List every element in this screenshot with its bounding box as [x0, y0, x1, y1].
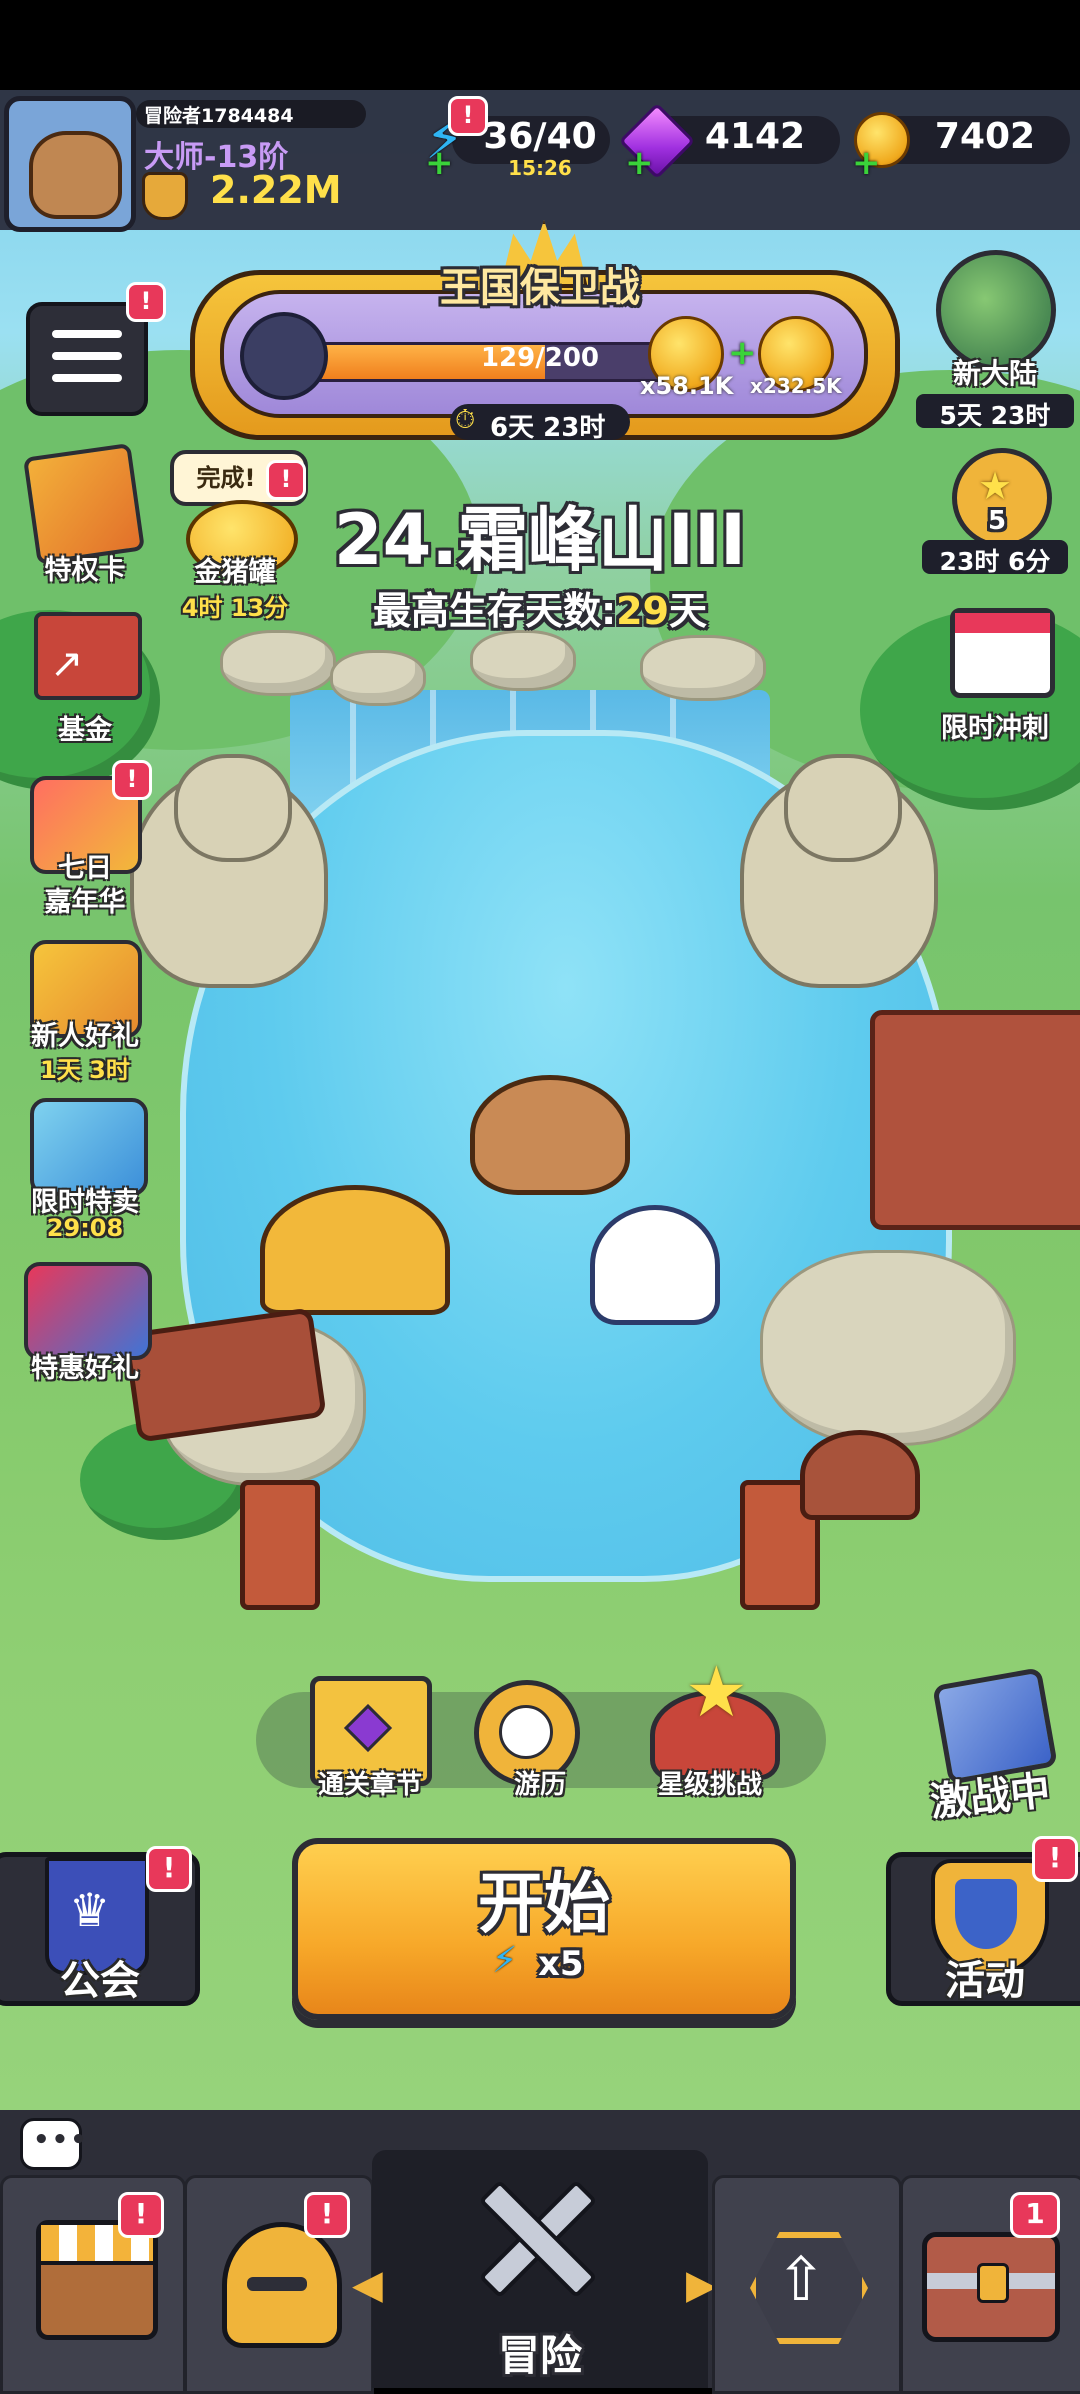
- piggy-bubble-text: 完成!: [196, 464, 256, 492]
- menu-icon: [52, 330, 122, 338]
- reward-plus-icon: +: [728, 333, 757, 373]
- start-cost: x5: [538, 1944, 584, 1984]
- companion-creature: [260, 1185, 450, 1315]
- treasure-chest-icon: [922, 2232, 1060, 2342]
- start-energy-icon: ⚡: [492, 1940, 518, 1981]
- carnival-label[interactable]: 七日 嘉年华: [10, 852, 160, 920]
- nav-left-arrow-icon[interactable]: ◀: [352, 2262, 383, 2308]
- star-icon: ★: [978, 464, 1013, 508]
- wooden-dock: [870, 1010, 1080, 1230]
- energy-plus-icon[interactable]: +: [425, 146, 454, 180]
- new-continent-label: 新大陆: [952, 357, 1037, 390]
- horn-icon: [240, 312, 328, 400]
- rock: [220, 630, 336, 696]
- nav-adventure-label: 冒险: [497, 2331, 582, 2380]
- banner-progress-text: 129/200: [480, 343, 600, 373]
- shop-icon: [36, 2220, 158, 2340]
- activity-alert-badge: !: [1032, 1836, 1078, 1882]
- activity-shield-inner: [955, 1879, 1017, 1949]
- survival-prefix: 最高生存天数:: [372, 589, 617, 633]
- rock: [760, 1250, 1016, 1446]
- journey-label[interactable]: 游历: [460, 1764, 620, 1801]
- shop-alert-badge: !: [118, 2192, 164, 2238]
- star-count: 5: [987, 506, 1007, 536]
- reward-amount-1: x58.1K: [640, 372, 734, 400]
- gems-plus-icon[interactable]: +: [625, 146, 654, 180]
- chapters-label[interactable]: 通关章节: [290, 1764, 450, 1801]
- upgrade-arrow-icon: ⇧: [776, 2245, 827, 2315]
- piggy-label[interactable]: 金猪罐: [160, 550, 310, 589]
- gold-value: 7402: [934, 116, 1036, 157]
- fund-label[interactable]: 基金: [10, 708, 160, 747]
- helmet-icon: [222, 2222, 342, 2348]
- lantern: [240, 1480, 320, 1610]
- star-timer: 23时 6分: [939, 547, 1051, 576]
- flash-sale-timer: 29:08: [46, 1214, 124, 1242]
- newbie-gift-label[interactable]: 新人好礼: [5, 1014, 165, 1053]
- guild-alert-badge: !: [146, 1846, 192, 1892]
- reward-amount-2: x232.5K: [750, 374, 842, 398]
- big-star-icon: ★: [685, 1651, 748, 1733]
- gem-lock-icon: [343, 1703, 393, 1753]
- adventure-swords-icon: [468, 2170, 598, 2300]
- newbie-gift-timer: 1天 3时: [40, 1056, 130, 1084]
- rock: [470, 630, 576, 691]
- chat-dots-icon: •••: [33, 2125, 89, 2155]
- privilege-card-icon[interactable]: [23, 443, 145, 565]
- rock: [640, 635, 766, 701]
- crown-emblem-icon: ♛: [69, 1883, 111, 1937]
- stage-name: 24.霜峰山III: [333, 499, 747, 581]
- sprint-label: 限时冲刺: [941, 713, 1049, 744]
- banner-timer: 6天 23时: [490, 413, 606, 443]
- capybara-statue-right: [740, 754, 938, 988]
- power-value: 2.22M: [210, 168, 342, 212]
- menu-alert-badge: !: [126, 282, 166, 322]
- special-gift-label[interactable]: 特惠好礼: [5, 1346, 165, 1385]
- star-challenge-label[interactable]: 星级挑战: [630, 1764, 790, 1801]
- power-shield-icon: [142, 172, 188, 220]
- banner-title: 王国保卫战: [440, 265, 640, 311]
- energy-timer: 15:26: [508, 156, 572, 180]
- calendar-icon[interactable]: [950, 608, 1055, 698]
- survival-record: 最高生存天数:29天: [300, 580, 780, 635]
- chat-button[interactable]: •••: [20, 2118, 87, 2170]
- capybara-avatar-icon: [29, 131, 122, 219]
- trend-up-icon: ↗: [50, 641, 84, 687]
- rock: [330, 650, 426, 706]
- privilege-card-label[interactable]: 特权卡: [10, 548, 160, 587]
- bucket: [800, 1430, 920, 1520]
- gems-value: 4142: [704, 116, 806, 157]
- chest-count-badge: 1: [1010, 2192, 1060, 2238]
- equipment-alert-badge: !: [304, 2192, 350, 2238]
- helmet-visor: [247, 2277, 307, 2291]
- piggy-timer: 4时 13分: [181, 594, 289, 622]
- capybara-character[interactable]: [470, 1075, 630, 1195]
- gold-plus-icon[interactable]: +: [852, 146, 881, 180]
- avatar[interactable]: [4, 96, 136, 232]
- survival-suffix: 天: [669, 589, 708, 633]
- energy-value: 36/40: [483, 116, 597, 157]
- activity-label[interactable]: 活动: [900, 1948, 1070, 2006]
- lock-icon: [977, 2263, 1009, 2303]
- survival-days: 29: [616, 589, 670, 633]
- carnival-alert-badge: !: [112, 760, 152, 800]
- clock-icon: ⏱: [455, 405, 476, 435]
- compass-face: [499, 1705, 553, 1759]
- guild-label[interactable]: 公会: [10, 1948, 190, 2006]
- start-label: 开始: [478, 1865, 610, 1942]
- white-bunny-pet: [590, 1205, 720, 1325]
- player-id: 冒险者1784484: [144, 105, 294, 127]
- new-continent-timer: 5天 23时: [939, 401, 1051, 430]
- fund-chart-icon[interactable]: ↗: [34, 612, 142, 700]
